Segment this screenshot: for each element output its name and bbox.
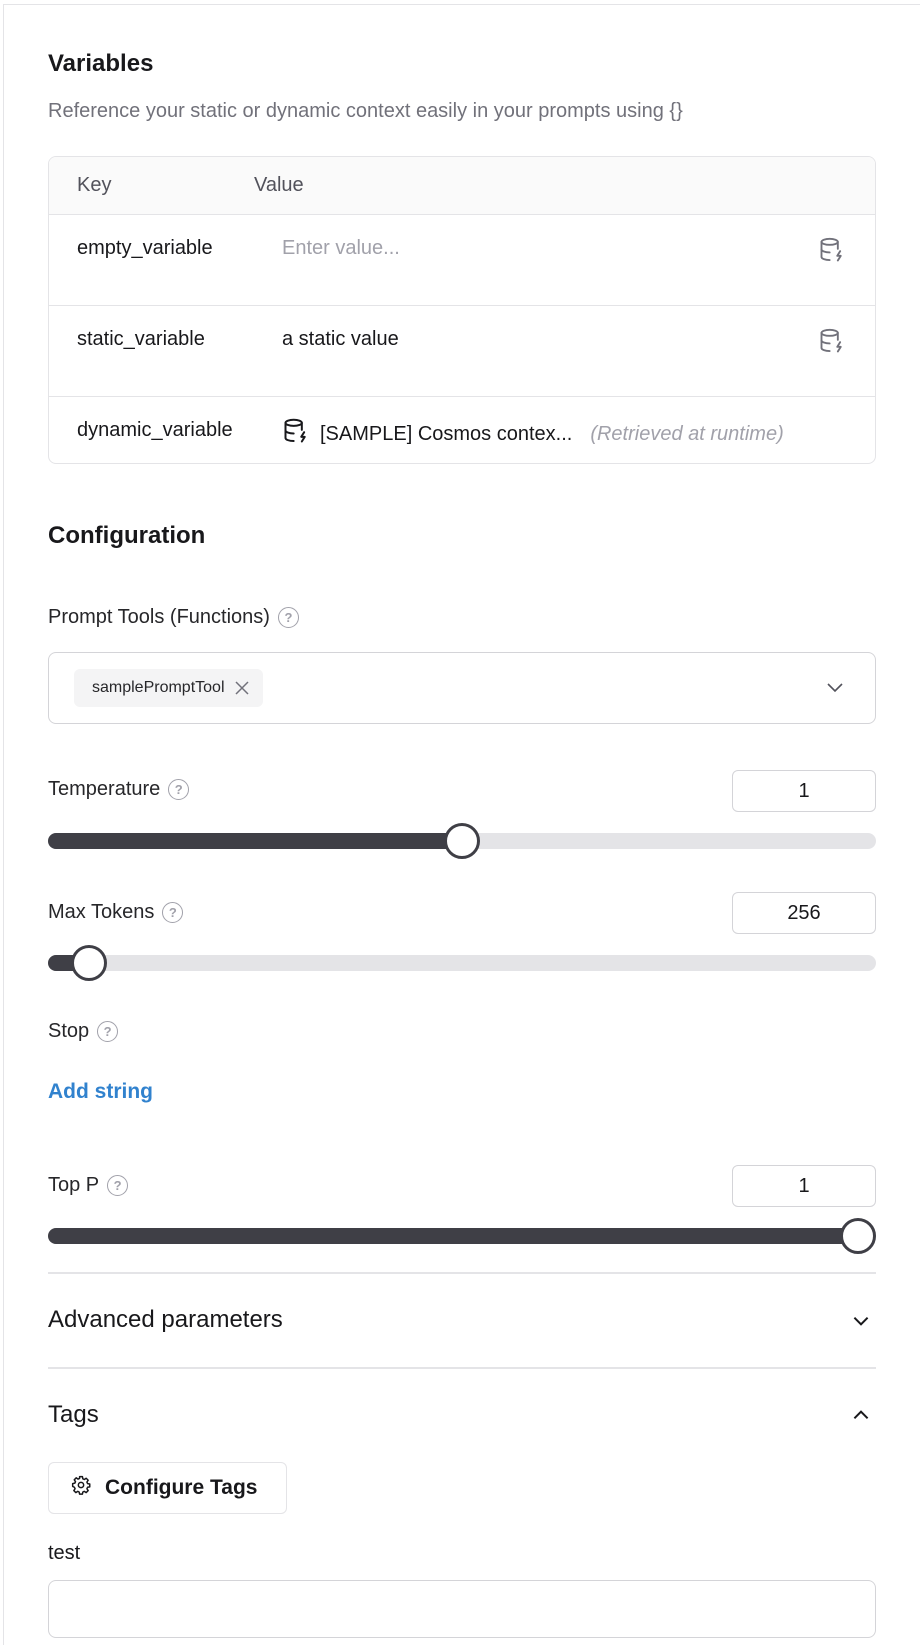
top-p-label: Top P ? bbox=[48, 1174, 129, 1197]
top-p-label-text: Top P bbox=[48, 1174, 100, 1196]
runtime-note: (Retrieved at runtime) bbox=[590, 422, 784, 445]
max-tokens-label: Max Tokens ? bbox=[48, 901, 184, 924]
tool-chip: samplePromptTool bbox=[74, 669, 263, 707]
divider bbox=[48, 1367, 876, 1369]
variables-table: Key Value empty_variable Enter value... … bbox=[48, 156, 876, 464]
variable-value-input[interactable]: Enter value... bbox=[282, 237, 400, 260]
dynamic-source-name: [SAMPLE] Cosmos contex... bbox=[320, 422, 573, 445]
max-tokens-input[interactable]: 256 bbox=[732, 892, 876, 934]
close-icon[interactable] bbox=[234, 681, 249, 695]
configuration-title: Configuration bbox=[48, 522, 206, 549]
chevron-down-icon[interactable] bbox=[850, 1310, 872, 1337]
temperature-input[interactable]: 1 bbox=[732, 770, 876, 812]
chevron-down-icon[interactable] bbox=[825, 677, 845, 702]
chevron-up-icon[interactable] bbox=[850, 1404, 872, 1431]
temperature-label: Temperature ? bbox=[48, 778, 190, 801]
configure-tags-label: Configure Tags bbox=[105, 1476, 258, 1499]
help-icon[interactable]: ? bbox=[107, 1175, 129, 1196]
tags-toggle[interactable]: Tags bbox=[48, 1401, 99, 1429]
advanced-parameters-toggle[interactable]: Advanced parameters bbox=[48, 1306, 283, 1334]
tag-field-label: test bbox=[48, 1542, 81, 1564]
configure-tags-button[interactable]: Configure Tags bbox=[48, 1462, 287, 1514]
temperature-label-text: Temperature bbox=[48, 778, 161, 800]
prompt-tools-select[interactable]: samplePromptTool bbox=[48, 652, 876, 724]
max-tokens-label-text: Max Tokens bbox=[48, 901, 155, 923]
stop-label: Stop ? bbox=[48, 1020, 119, 1043]
table-row: empty_variable Enter value... bbox=[49, 215, 875, 306]
database-lightning-icon bbox=[282, 417, 310, 451]
table-row: static_variable a static value bbox=[49, 306, 875, 397]
help-icon[interactable]: ? bbox=[277, 607, 299, 628]
divider bbox=[48, 1272, 876, 1274]
tool-chip-label: samplePromptTool bbox=[92, 679, 225, 696]
max-tokens-slider[interactable] bbox=[48, 945, 876, 981]
stop-label-text: Stop bbox=[48, 1020, 90, 1042]
variable-key: static_variable bbox=[77, 328, 205, 350]
top-p-input[interactable]: 1 bbox=[732, 1165, 876, 1207]
column-key: Key bbox=[77, 174, 112, 196]
dynamic-value[interactable]: [SAMPLE] Cosmos contex... (Retrieved at … bbox=[282, 417, 784, 451]
help-icon[interactable]: ? bbox=[162, 902, 184, 923]
slider-thumb[interactable] bbox=[444, 823, 480, 859]
slider-fill bbox=[48, 833, 462, 849]
temperature-slider[interactable] bbox=[48, 823, 876, 859]
prompt-tools-label: Prompt Tools (Functions) ? bbox=[48, 606, 299, 629]
table-header: Key Value bbox=[49, 157, 875, 215]
help-icon[interactable]: ? bbox=[97, 1021, 119, 1042]
column-value: Value bbox=[254, 174, 304, 196]
slider-thumb[interactable] bbox=[840, 1218, 876, 1254]
slider-fill bbox=[48, 1228, 858, 1244]
database-lightning-icon[interactable] bbox=[817, 235, 847, 265]
variable-value-input[interactable]: a static value bbox=[282, 328, 399, 351]
add-string-link[interactable]: Add string bbox=[48, 1080, 153, 1104]
table-row: dynamic_variable [SAMPLE] Cosmos contex.… bbox=[49, 397, 875, 463]
gear-icon bbox=[71, 1475, 91, 1501]
variables-title: Variables bbox=[48, 50, 154, 77]
database-lightning-icon[interactable] bbox=[817, 326, 847, 356]
tag-field-input[interactable] bbox=[48, 1580, 876, 1638]
variables-subtitle: Reference your static or dynamic context… bbox=[48, 100, 683, 122]
variable-key: dynamic_variable bbox=[77, 419, 233, 441]
help-icon[interactable]: ? bbox=[168, 779, 190, 800]
prompt-tools-label-text: Prompt Tools (Functions) bbox=[48, 606, 270, 628]
variable-key: empty_variable bbox=[77, 237, 213, 259]
top-p-slider[interactable] bbox=[48, 1218, 876, 1254]
